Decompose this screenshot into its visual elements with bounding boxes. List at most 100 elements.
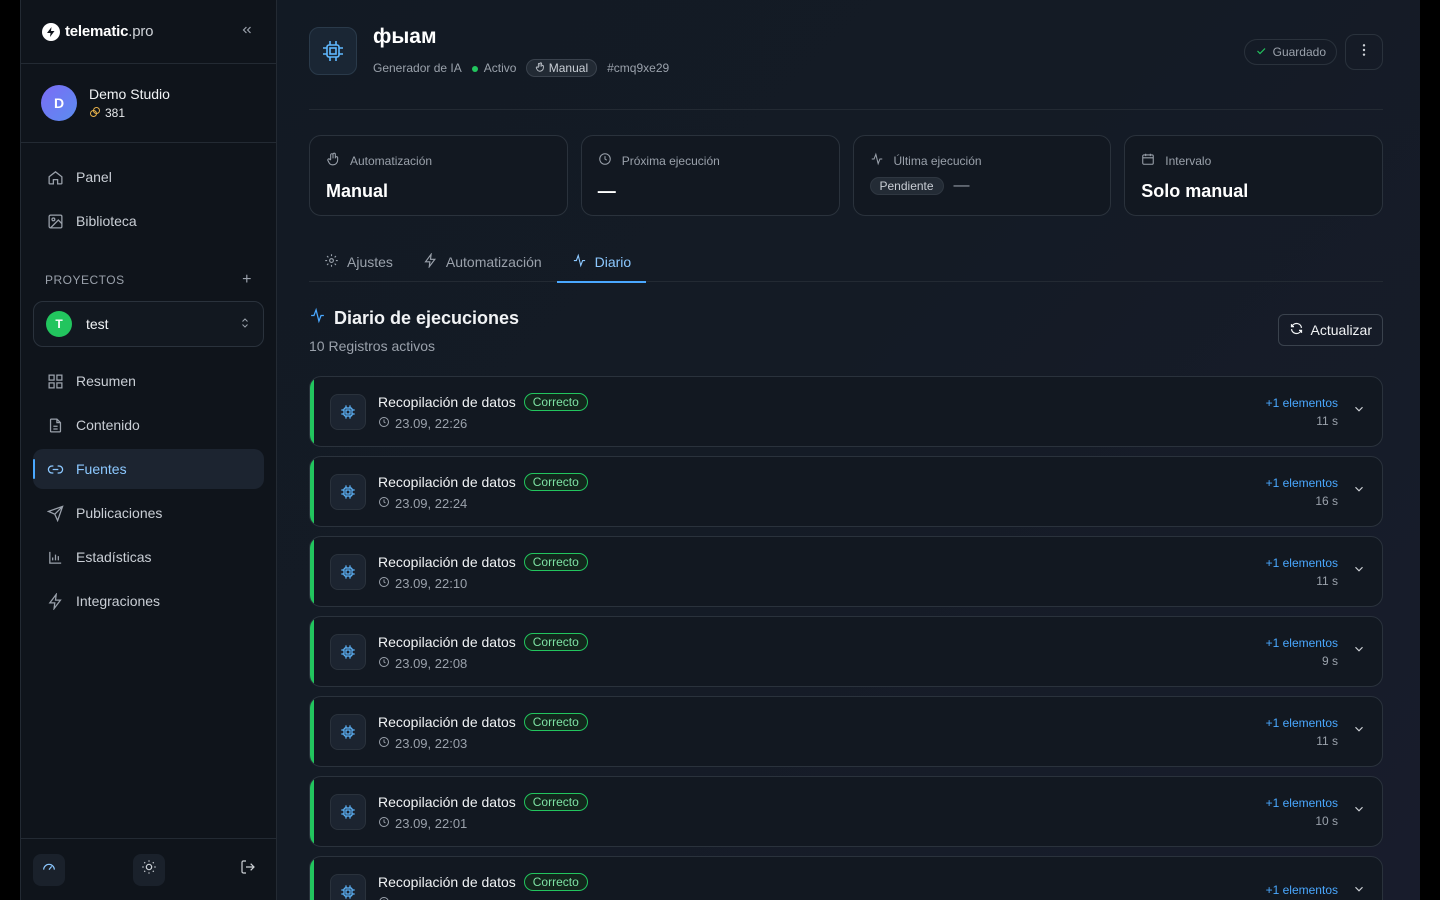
entry-summary: +1 elementos 11 s [1266,716,1338,748]
nav-label: Biblioteca [76,213,137,229]
entry-count: +1 elementos [1265,555,1338,570]
entry-duration: 16 s [1315,493,1338,508]
calendar-icon [1141,152,1155,169]
theme-toggle-button[interactable] [132,853,165,886]
nav-item-panel[interactable]: Panel [33,157,264,197]
log-entry[interactable]: Recopilación de datos Correcto 23.09, 22… [309,376,1383,447]
nav-item-publicaciones[interactable]: Publicaciones [33,493,264,533]
clock-icon [378,576,390,591]
chevron-down-icon[interactable] [1352,402,1366,421]
logout-button[interactable] [232,854,264,886]
tab-bar: Ajustes Automatización Diario [309,241,1383,283]
user-profile[interactable]: D Demo Studio 381 [21,64,276,143]
project-name: test [86,316,109,332]
more-options-button[interactable] [1345,34,1383,70]
log-header: Diario de ejecuciones 10 Registros activ… [309,307,1383,354]
entry-summary: +1 elementos 11 s [1266,396,1338,428]
avatar: D [41,85,77,121]
stat-label: Intervalo [1141,152,1366,169]
source-id: #cmq9xe29 [607,60,670,75]
status-indicator: Activo [471,61,516,75]
log-entry[interactable]: Recopilación de datos Correcto +1 elemen… [309,856,1383,900]
more-vertical-icon [1356,42,1372,63]
status-badge: Correcto [523,632,588,651]
entry-title-row: Recopilación de datos Correcto [378,872,1266,891]
collapse-sidebar-icon[interactable] [240,23,254,40]
nav-item-integraciones[interactable]: Integraciones [33,581,264,621]
stat-value: — [597,181,616,201]
nav-item-estadisticas[interactable]: Estadísticas [33,537,264,577]
chevron-down-icon[interactable] [1352,722,1366,741]
entry-title-row: Recopilación de datos Correcto [378,472,1266,491]
brand: telematic.pro [21,0,276,64]
stat-card-next-run: Próxima ejecución — [580,135,840,216]
project-selector[interactable]: T test [33,301,264,347]
entry-time [378,896,1266,900]
refresh-button[interactable]: Actualizar [1277,314,1383,346]
entry-body: Recopilación de datos Correcto 23.09, 22… [378,552,1266,591]
entry-timestamp: 23.09, 22:26 [395,415,468,431]
entry-time: 23.09, 22:10 [378,576,1266,591]
nav-item-biblioteca[interactable]: Biblioteca [33,201,264,241]
entry-timestamp: 23.09, 22:01 [395,815,468,831]
add-project-icon[interactable]: + [242,271,252,289]
grid-icon [46,372,64,390]
mode-badge: Manual [526,58,598,77]
tab-automatizacion[interactable]: Automatización [408,241,557,282]
chevron-up-down-icon [239,317,251,332]
log-entry[interactable]: Recopilación de datos Correcto 23.09, 22… [309,536,1383,607]
projects-section-label: PROYECTOS + [21,271,276,289]
entry-count: +1 elementos [1265,475,1338,490]
link-icon [46,460,64,478]
clock-icon [378,656,390,671]
log-entry[interactable]: Recopilación de datos Correcto 23.09, 22… [309,696,1383,767]
chevron-down-icon[interactable] [1352,562,1366,581]
chevron-down-icon[interactable] [1352,882,1366,900]
tab-ajustes[interactable]: Ajustes [309,241,408,282]
entry-body: Recopilación de datos Correcto 23.09, 22… [378,472,1266,511]
entry-duration: 11 s [1316,573,1338,588]
tab-label: Automatización [445,253,542,270]
hand-icon [535,61,545,75]
home-icon [46,168,64,186]
stat-label-text: Automatización [350,153,433,168]
log-entry[interactable]: Recopilación de datos Correcto 23.09, 22… [309,776,1383,847]
nav-item-resumen[interactable]: Resumen [33,361,264,401]
speedometer-icon [41,859,57,880]
brand-name: telematic.pro [65,23,153,40]
log-entry[interactable]: Recopilación de datos Correcto 23.09, 22… [309,456,1383,527]
app-window: telematic.pro D Demo Studio 381 Panel Bi… [20,0,1420,900]
sun-icon [141,859,157,880]
tab-diario[interactable]: Diario [556,241,647,283]
header-actions: Guardado [1243,34,1383,70]
cpu-icon [330,713,366,750]
image-icon [46,212,64,230]
speedometer-button[interactable] [33,853,65,886]
profile-name: Demo Studio [89,85,170,102]
project-avatar: T [46,311,72,337]
project-nav: Resumen Contenido Fuentes Publicaciones … [21,355,276,621]
chevron-down-icon[interactable] [1352,482,1366,501]
nav-item-fuentes[interactable]: Fuentes [33,449,264,489]
entry-count: +1 elementos [1265,795,1338,810]
entry-body: Recopilación de datos Correcto 23.09, 22… [378,632,1266,671]
stat-card-interval: Intervalo Solo manual [1124,135,1383,216]
entry-duration: 10 s [1315,813,1338,828]
cpu-icon [330,473,366,510]
chevron-down-icon[interactable] [1352,802,1366,821]
nav-label: Resumen [76,373,136,389]
stat-card-last-run: Última ejecución Pendiente — [852,135,1112,216]
nav-item-contenido[interactable]: Contenido [33,405,264,445]
header-meta: Generador de IA Activo Manual #cmq9xe29 [373,58,670,77]
bar-chart-icon [46,548,64,566]
hand-icon [326,152,340,169]
entry-body: Recopilación de datos Correcto 23.09, 22… [378,392,1266,431]
cpu-icon [309,26,357,75]
nav-label: Contenido [76,417,140,433]
mode-text: Manual [548,60,589,75]
chevron-down-icon[interactable] [1352,642,1366,661]
status-badge: Correcto [523,472,588,491]
saved-status: Guardado [1243,39,1337,65]
stat-label-text: Última ejecución [893,153,982,168]
log-entry[interactable]: Recopilación de datos Correcto 23.09, 22… [309,616,1383,687]
